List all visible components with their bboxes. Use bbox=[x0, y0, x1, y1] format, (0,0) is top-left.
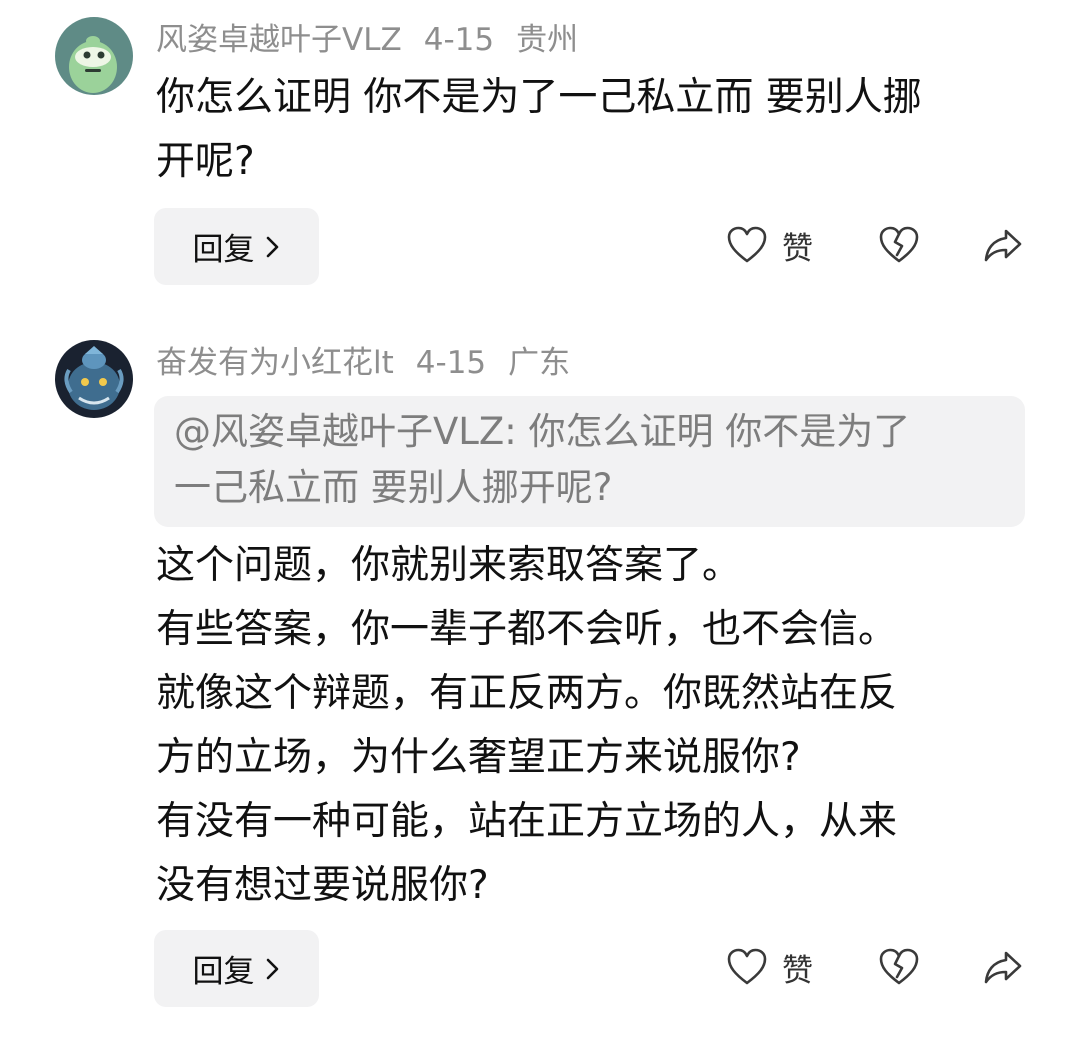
username[interactable]: 风姿卓越叶子VLZ bbox=[156, 22, 402, 58]
content-line: 开呢? bbox=[156, 139, 255, 184]
content-line: 这个问题，你就别来索取答案了。 bbox=[156, 543, 742, 588]
comment-meta: 奋发有为小红花lt 4-15 广东 bbox=[156, 341, 592, 385]
content-line: 有没有一种可能，站在正方立场的人，从来 bbox=[156, 799, 898, 844]
comment-2: 奋发有为小红花lt 4-15 广东 @风姿卓越叶子VLZ: 你怎么证明 你不是为了 … bbox=[0, 320, 1080, 1039]
like-button[interactable]: 赞 bbox=[726, 942, 813, 992]
content-line: 你怎么证明 你不是为了一己私立而 要别人挪 bbox=[156, 75, 922, 120]
like-button[interactable]: 赞 bbox=[726, 220, 813, 270]
comment-meta: 风姿卓越叶子VLZ 4-15 贵州 bbox=[156, 18, 600, 62]
chevron-right-icon bbox=[266, 958, 278, 979]
like-label: 赞 bbox=[782, 952, 813, 989]
comment-date: 4-15 bbox=[415, 345, 487, 381]
dislike-button[interactable] bbox=[878, 220, 920, 270]
green-cartoon-avatar-icon bbox=[55, 17, 133, 95]
blue-dragon-avatar-icon bbox=[55, 340, 133, 418]
heart-icon bbox=[727, 226, 767, 263]
share-button[interactable] bbox=[982, 220, 1024, 270]
comment-location: 广东 bbox=[508, 345, 571, 381]
share-button[interactable] bbox=[982, 942, 1024, 992]
like-label: 赞 bbox=[782, 230, 813, 267]
content-line: 方的立场，为什么奢望正方来说服你? bbox=[156, 735, 801, 780]
comment-content: 你怎么证明 你不是为了一己私立而 要别人挪 开呢? bbox=[156, 66, 1036, 194]
comment-date: 4-15 bbox=[423, 22, 495, 58]
username[interactable]: 奋发有为小红花lt bbox=[156, 345, 394, 381]
share-arrow-icon bbox=[984, 951, 1022, 984]
reply-button[interactable]: 回复 bbox=[154, 930, 319, 1007]
chevron-right-icon bbox=[266, 236, 278, 257]
comment-content: 这个问题，你就别来索取答案了。 有些答案，你一辈子都不会听，也不会信。 就像这个… bbox=[156, 534, 1036, 918]
comment-1: 风姿卓越叶子VLZ 4-15 贵州 你怎么证明 你不是为了一己私立而 要别人挪 开呢… bbox=[0, 0, 1080, 320]
comment-location: 贵州 bbox=[516, 22, 579, 58]
quote-line: @风姿卓越叶子VLZ: 你怎么证明 你不是为了 bbox=[174, 410, 911, 453]
reply-label: 回复 bbox=[192, 232, 255, 268]
content-line: 就像这个辩题，有正反两方。你既然站在反 bbox=[156, 671, 898, 716]
share-arrow-icon bbox=[984, 229, 1022, 262]
broken-heart-icon bbox=[879, 226, 919, 263]
reply-label: 回复 bbox=[192, 954, 255, 990]
heart-icon bbox=[727, 948, 767, 985]
user-avatar[interactable] bbox=[55, 17, 133, 95]
content-line: 有些答案，你一辈子都不会听，也不会信。 bbox=[156, 607, 898, 652]
broken-heart-icon bbox=[879, 948, 919, 985]
user-avatar[interactable] bbox=[55, 340, 133, 418]
dislike-button[interactable] bbox=[878, 942, 920, 992]
quote-line: 一己私立而 要别人挪开呢? bbox=[174, 466, 613, 509]
content-line: 没有想过要说服你? bbox=[156, 863, 489, 908]
reply-button[interactable]: 回复 bbox=[154, 208, 319, 285]
quoted-reply[interactable]: @风姿卓越叶子VLZ: 你怎么证明 你不是为了 一己私立而 要别人挪开呢? bbox=[154, 396, 1025, 527]
